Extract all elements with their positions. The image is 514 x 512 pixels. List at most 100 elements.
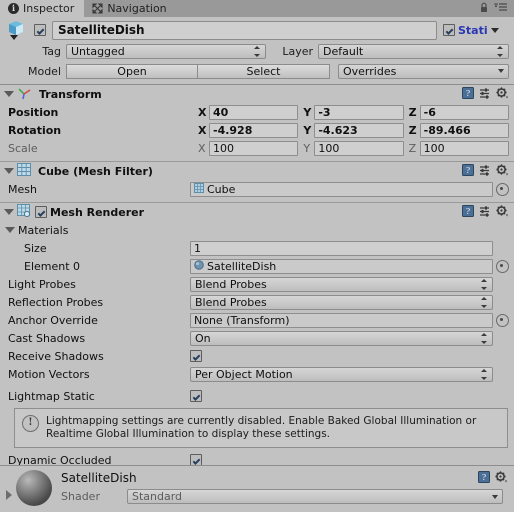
receive-shadows-checkbox[interactable] <box>190 350 202 362</box>
position-z-input[interactable]: -6 <box>419 104 509 120</box>
material-details: SatelliteDish Shader Standard <box>61 470 509 506</box>
cast-shadows-value: On <box>195 331 211 345</box>
transform-header[interactable]: Transform ? <box>0 85 514 103</box>
position-fields: X 40 Y -3 Z -6 <box>198 104 509 120</box>
transform-foldout-icon[interactable] <box>4 91 14 97</box>
mesh-object-field[interactable]: Cube <box>190 181 493 197</box>
transform-rotation-row: Rotation X -4.928 Y -4.623 Z -89.466 <box>0 121 514 139</box>
gameobject-enabled-checkbox[interactable] <box>34 24 46 36</box>
mesh-renderer-foldout-icon[interactable] <box>4 209 14 215</box>
position-x-value: 40 <box>213 105 229 119</box>
scale-y-value: 100 <box>318 141 340 155</box>
scale-x-input[interactable]: 100 <box>209 140 299 156</box>
open-button[interactable]: Open <box>66 63 198 79</box>
select-button-label: Select <box>246 64 281 78</box>
scale-y-input[interactable]: 100 <box>314 140 404 156</box>
preset-sliders-icon[interactable] <box>479 164 491 179</box>
tab-navigation[interactable]: Navigation <box>84 0 176 17</box>
static-dropdown-caret-icon[interactable] <box>491 27 499 33</box>
rotation-label: Rotation <box>8 123 62 137</box>
materials-foldout-row[interactable]: Materials <box>0 221 514 239</box>
cast-shadows-dropdown[interactable]: On <box>190 330 493 346</box>
element0-object-field[interactable]: SatelliteDish <box>190 258 493 274</box>
size-input[interactable]: 1 <box>190 240 493 256</box>
select-button[interactable]: Select <box>197 63 330 79</box>
position-z-axis-label: Z <box>408 105 417 119</box>
materials-foldout-icon[interactable] <box>5 227 15 233</box>
motion-vectors-row: Motion Vectors Per Object Motion <box>0 365 514 383</box>
anchor-override-row: Anchor Override None (Transform) <box>0 311 514 329</box>
prefab-cube-icon[interactable] <box>5 19 31 41</box>
gameobject-header: SatelliteDish Stati Tag Untagged Layer D… <box>0 17 514 85</box>
scale-z-input[interactable]: 100 <box>419 140 509 156</box>
light-probes-dropdown[interactable]: Blend Probes <box>190 276 493 292</box>
material-sphere-preview <box>16 470 52 506</box>
info-icon: i <box>8 3 19 14</box>
shader-dropdown[interactable]: Standard <box>127 489 503 504</box>
anchor-override-object-field[interactable]: None (Transform) <box>190 312 493 328</box>
help-book-icon[interactable]: ? <box>462 204 474 220</box>
motion-vectors-dropdown[interactable]: Per Object Motion <box>190 366 493 382</box>
mesh-filter-icon <box>17 163 31 179</box>
scale-label: Scale <box>8 141 38 155</box>
mesh-filter-header[interactable]: Cube (Mesh Filter) ? <box>0 162 514 180</box>
gameobject-name-input[interactable]: SatelliteDish <box>52 20 437 40</box>
cast-shadows-row: Cast Shadows On <box>0 329 514 347</box>
scale-z-value: 100 <box>423 141 445 155</box>
position-z-value: -6 <box>423 105 436 119</box>
mesh-type-icon <box>194 182 204 196</box>
mesh-filter-foldout-icon[interactable] <box>4 168 14 174</box>
help-book-icon[interactable]: ? <box>478 471 490 486</box>
preset-sliders-icon[interactable] <box>479 205 491 220</box>
static-checkbox[interactable] <box>443 24 455 36</box>
gameobject-name-value: SatelliteDish <box>58 23 145 37</box>
help-book-icon[interactable]: ? <box>462 163 474 179</box>
svg-text:?: ? <box>482 473 486 482</box>
position-x-input[interactable]: 40 <box>209 104 299 120</box>
material-preview-panel: SatelliteDish Shader Standard ? <box>0 465 514 512</box>
tag-layer-row: Tag Untagged Layer Default <box>5 42 509 60</box>
element0-object-picker-button[interactable] <box>496 259 509 273</box>
light-probes-row: Light Probes Blend Probes <box>0 275 514 293</box>
tag-dropdown[interactable]: Untagged <box>66 43 266 59</box>
receive-shadows-label: Receive Shadows <box>8 349 104 363</box>
scale-x-axis-label: X <box>198 141 206 155</box>
tag-updown-icon <box>254 45 261 57</box>
rotation-x-axis-label: X <box>198 123 207 137</box>
rotation-z-input[interactable]: -89.466 <box>419 122 509 138</box>
gear-icon[interactable] <box>496 86 509 102</box>
gear-icon[interactable] <box>495 471 508 486</box>
position-y-input[interactable]: -3 <box>314 104 404 120</box>
scale-fields: X 100 Y 100 Z 100 <box>198 140 509 156</box>
rotation-y-input[interactable]: -4.623 <box>314 122 404 138</box>
warning-icon: ! <box>22 415 39 432</box>
lightmap-static-checkbox[interactable] <box>190 390 202 402</box>
mesh-object-picker-button[interactable] <box>496 182 509 196</box>
gear-icon[interactable] <box>496 204 509 220</box>
mesh-renderer-header[interactable]: Mesh Renderer ? <box>0 203 514 221</box>
element0-value: SatelliteDish <box>207 259 277 273</box>
lock-icon[interactable] <box>479 2 489 16</box>
help-book-icon[interactable]: ? <box>462 86 474 102</box>
static-label: Stati <box>458 23 488 37</box>
overrides-dropdown[interactable]: Overrides <box>338 63 509 79</box>
gear-icon[interactable] <box>496 163 509 179</box>
rotation-fields: X -4.928 Y -4.623 Z -89.466 <box>198 122 509 138</box>
rotation-y-value: -4.623 <box>318 123 358 137</box>
static-control[interactable]: Stati <box>443 24 509 37</box>
reflection-probes-dropdown[interactable]: Blend Probes <box>190 294 493 310</box>
material-shader-row: Shader Standard <box>61 489 509 504</box>
anchor-override-picker-button[interactable] <box>496 313 509 327</box>
mesh-renderer-enabled-checkbox[interactable] <box>35 206 47 218</box>
reflection-probes-value: Blend Probes <box>195 295 267 309</box>
transform-title: Transform <box>39 87 102 101</box>
material-expand-arrow-icon[interactable] <box>6 490 12 500</box>
layer-dropdown[interactable]: Default <box>318 43 509 59</box>
hamburger-menu-icon[interactable] <box>494 2 508 15</box>
rotation-z-axis-label: Z <box>408 123 417 137</box>
preset-sliders-icon[interactable] <box>479 87 491 102</box>
rotation-x-input[interactable]: -4.928 <box>209 122 299 138</box>
scale-x-value: 100 <box>213 141 234 155</box>
tab-inspector[interactable]: i Inspector <box>0 0 85 17</box>
materials-label: Materials <box>18 223 69 237</box>
